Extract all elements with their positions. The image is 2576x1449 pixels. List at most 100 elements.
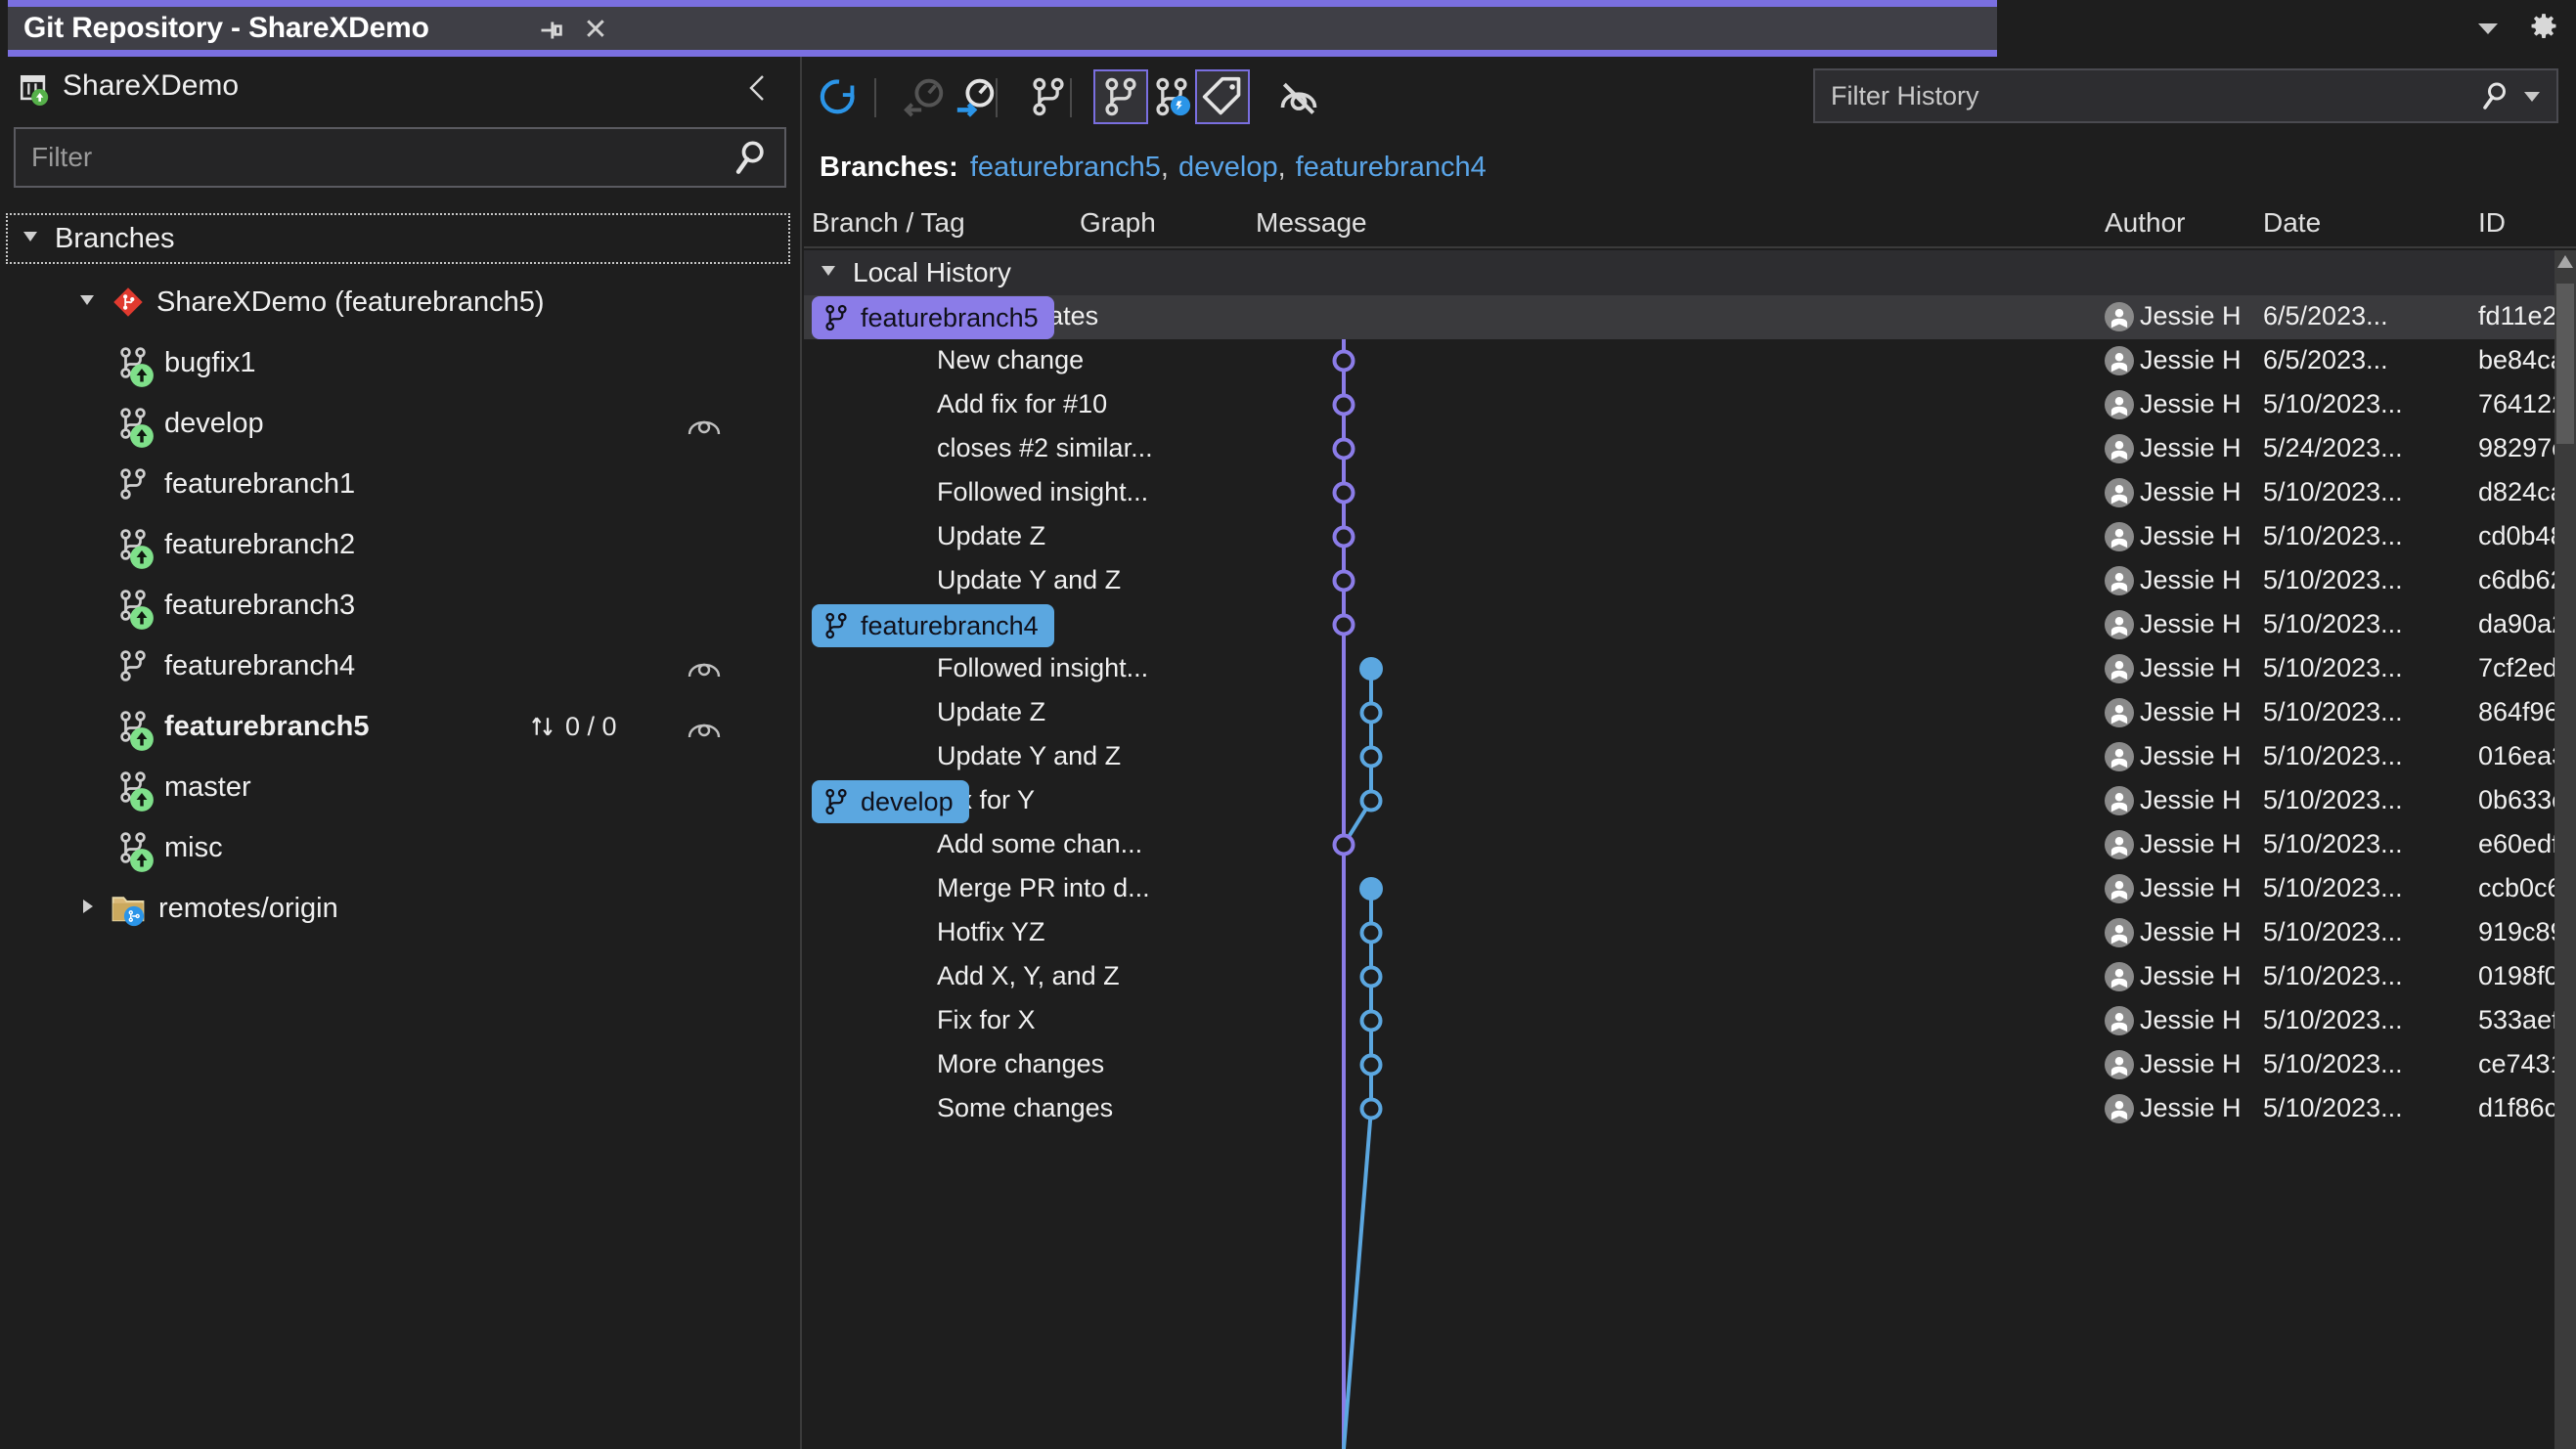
show-tags-button[interactable] [1195, 69, 1250, 124]
pin-icon[interactable] [533, 14, 566, 47]
branches-bar-link-featurebranch5[interactable]: featurebranch5 [970, 152, 1161, 183]
commit-row[interactable]: Add fix for #10Jessie H5/10/2023...76412… [804, 383, 2554, 427]
chevron-down-icon[interactable] [2474, 18, 2502, 39]
group-header-local-history[interactable]: Local History [804, 250, 2554, 295]
filter-history-input[interactable] [1815, 81, 2476, 111]
avatar [2105, 830, 2134, 859]
triangle-right-icon[interactable] [76, 896, 98, 922]
commit-row[interactable]: closes #2 similar...Jessie H5/24/2023...… [804, 427, 2554, 471]
commit-row[interactable]: Fix for YJessie H5/10/2023...da90a2d2 [804, 603, 2554, 647]
column-header-graph[interactable]: Graph [1080, 207, 1156, 239]
pull-button[interactable] [949, 69, 1003, 124]
sidebar-branch-bugfix1[interactable]: bugfix1 [0, 332, 800, 393]
visible-in-graph-icon[interactable] [685, 409, 724, 438]
ahead-behind-count: 0 / 0 [565, 712, 617, 742]
branch-filter-box[interactable] [14, 127, 786, 188]
commit-row[interactable]: Add X, Y, and ZJessie H5/10/2023...0198f… [804, 955, 2554, 999]
avatar [2105, 918, 2134, 947]
triangle-down-icon[interactable] [818, 260, 839, 286]
sidebar-branch-misc[interactable]: misc [0, 817, 800, 878]
triangle-down-icon[interactable] [76, 289, 98, 316]
commit-row[interactable]: New changeJessie H6/5/2023...be84ca05 [804, 339, 2554, 383]
sidebar-branch-featurebranch4[interactable]: featurebranch4 [0, 636, 800, 696]
column-header-id[interactable]: ID [2478, 207, 2506, 239]
commit-date: 5/10/2023... [2263, 873, 2403, 903]
commit-row[interactable]: Fix for YJessie H5/10/2023...0b633c3d [804, 779, 2554, 823]
graph-branch-badge-featurebranch4[interactable]: featurebranch4 [812, 604, 1054, 647]
sidebar-branch-featurebranch2[interactable]: featurebranch2 [0, 514, 800, 575]
branch-icon [822, 787, 851, 816]
commit-message: Fix for X [937, 1005, 1036, 1035]
vertical-scrollbar[interactable] [2554, 250, 2576, 1449]
graph-branch-badge-featurebranch5[interactable]: featurebranch5 [812, 296, 1054, 339]
branches-bar-links: featurebranch5,develop,featurebranch4 [970, 152, 1487, 184]
commit-message: Followed insight... [937, 653, 1148, 683]
commit-row[interactable]: Some changesJessie H5/10/2023...d1f86c57 [804, 1087, 2554, 1131]
scrollbar-thumb[interactable] [2556, 284, 2574, 444]
commit-id: 98297cd6 [2478, 433, 2554, 463]
commit-row[interactable]: Followed insight...Jessie H5/10/2023...d… [804, 471, 2554, 515]
commit-row[interactable]: Update ZJessie H5/10/2023...cd0b48d0 [804, 515, 2554, 559]
avatar [2105, 346, 2134, 375]
commit-row[interactable]: More updatesJessie H6/5/2023...fd11e21a [804, 295, 2554, 339]
search-icon[interactable] [728, 136, 771, 179]
close-icon[interactable]: ✕ [577, 12, 614, 49]
chevron-down-icon[interactable] [2517, 81, 2547, 110]
commit-date: 5/10/2023... [2263, 477, 2403, 507]
sidebar-branch-master[interactable]: master [0, 757, 800, 817]
commit-row[interactable]: Fix for XJessie H5/10/2023...533aef30 [804, 999, 2554, 1043]
sidebar-branch-label: bugfix1 [164, 347, 256, 379]
sidebar-branch-develop[interactable]: develop [0, 393, 800, 454]
branches-bar-link-develop[interactable]: develop [1178, 152, 1278, 183]
page-title: Git Repository - ShareXDemo [23, 12, 429, 45]
commit-row[interactable]: Update Y and ZJessie H5/10/2023...c6db62… [804, 559, 2554, 603]
visible-in-graph-icon[interactable] [685, 712, 724, 741]
branch-icon [115, 527, 151, 562]
commit-date: 5/24/2023... [2263, 433, 2403, 463]
column-header-date[interactable]: Date [2263, 207, 2321, 239]
avatar [2105, 1094, 2134, 1123]
graph-branch-badge-develop[interactable]: develop [812, 780, 969, 823]
visible-in-graph-icon[interactable] [685, 651, 724, 681]
commit-id: c6db62ae [2478, 565, 2554, 595]
branch-graph-button[interactable] [1021, 69, 1076, 124]
triangle-down-icon[interactable] [20, 226, 41, 252]
column-header-message[interactable]: Message [1256, 207, 1367, 239]
search-icon[interactable] [2476, 78, 2511, 113]
commit-row[interactable]: Merge PR into d...Jessie H5/10/2023...cc… [804, 867, 2554, 911]
show-remotes-button[interactable] [1144, 69, 1199, 124]
sidebar-branch-featurebranch3[interactable]: featurebranch3 [0, 575, 800, 636]
sidebar-node-remotes-origin[interactable]: remotes/origin [0, 878, 800, 939]
commit-row[interactable]: More changesJessie H5/10/2023...ce74313d [804, 1043, 2554, 1087]
commit-date: 5/10/2023... [2263, 609, 2403, 639]
commit-row[interactable]: Add some chan...Jessie H5/10/2023...e60e… [804, 823, 2554, 867]
commit-message: Hotfix YZ [937, 917, 1045, 947]
chevron-left-icon[interactable] [743, 72, 773, 104]
search-input[interactable] [16, 142, 728, 173]
git-repo-diamond-icon [111, 285, 145, 319]
sidebar-branch-featurebranch5[interactable]: featurebranch50 / 0 [0, 696, 800, 757]
commit-list[interactable]: More updatesJessie H6/5/2023...fd11e21aN… [804, 295, 2554, 1449]
commit-id: 7641220d [2478, 389, 2554, 419]
scroll-up-arrow-icon[interactable] [2554, 250, 2576, 274]
filter-history-box[interactable] [1813, 68, 2558, 123]
branches-bar-link-featurebranch4[interactable]: featurebranch4 [1296, 152, 1487, 183]
tree-node-repository[interactable]: ShareXDemo (featurebranch5) [0, 272, 800, 332]
commit-row[interactable]: Followed insight...Jessie H5/10/2023...7… [804, 647, 2554, 691]
commit-row[interactable]: Update Y and ZJessie H5/10/2023...016ea3… [804, 735, 2554, 779]
sidebar-group-branches[interactable]: Branches [6, 213, 790, 264]
sidebar-branch-featurebranch1[interactable]: featurebranch1 [0, 454, 800, 514]
commit-row[interactable]: Hotfix YZJessie H5/10/2023...919c895c [804, 911, 2554, 955]
commit-date: 5/10/2023... [2263, 741, 2403, 771]
commit-id: 0198f0d8 [2478, 961, 2554, 991]
refresh-icon [817, 74, 862, 119]
column-header-author[interactable]: Author [2105, 207, 2186, 239]
commit-id: ce74313d [2478, 1049, 2554, 1079]
commit-message: Followed insight... [937, 477, 1148, 507]
column-header-branch-tag[interactable]: Branch / Tag [812, 207, 965, 239]
commit-row[interactable]: Update ZJessie H5/10/2023...864f9677 [804, 691, 2554, 735]
show-branches-button[interactable] [1093, 69, 1148, 124]
hide-graph-button[interactable] [1271, 69, 1326, 124]
gear-icon[interactable] [2527, 12, 2560, 45]
refresh-button[interactable] [812, 69, 866, 124]
